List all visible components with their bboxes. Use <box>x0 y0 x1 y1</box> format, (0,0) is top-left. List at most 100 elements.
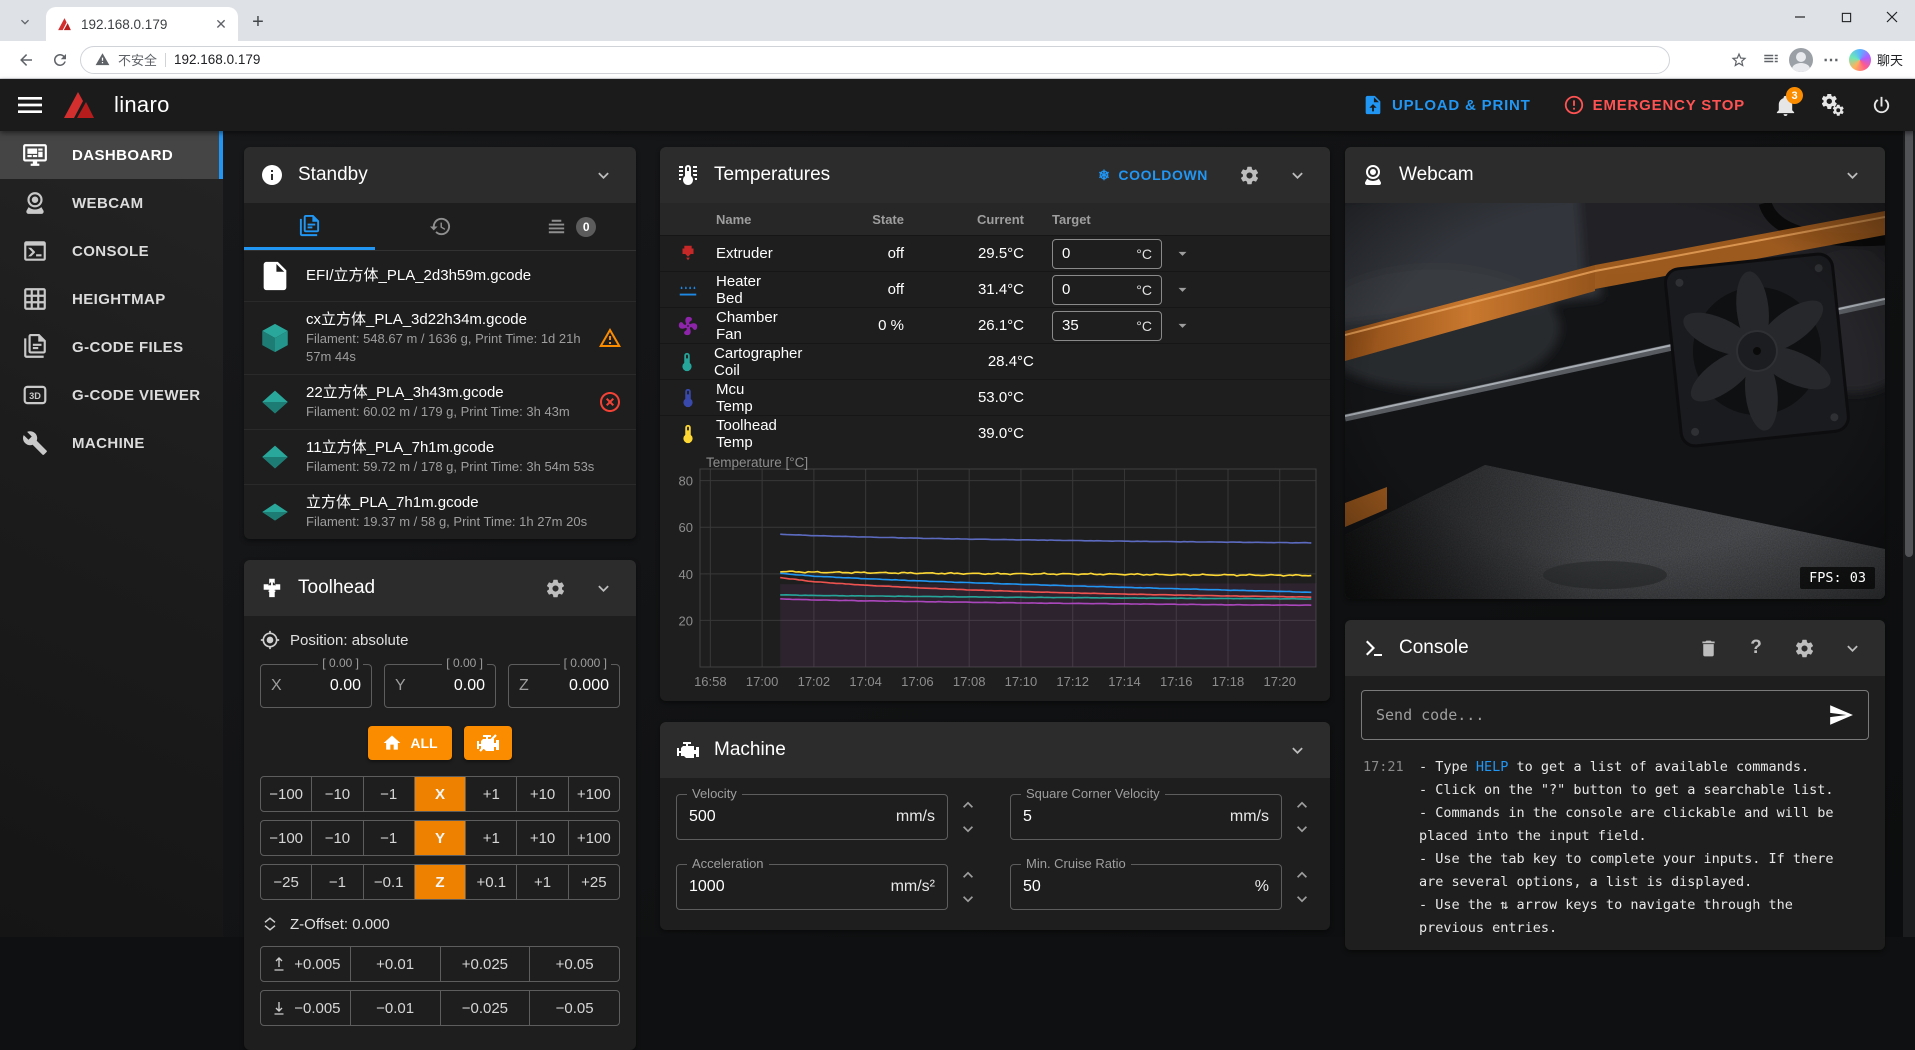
window-close-button[interactable] <box>1869 0 1915 34</box>
sidebar-item-gcode-viewer[interactable]: 3D G-CODE VIEWER <box>0 371 223 419</box>
collapse-chevron-icon[interactable] <box>1280 733 1314 767</box>
target-temp-input[interactable] <box>1062 281 1108 298</box>
spinner-down-icon[interactable] <box>1290 819 1314 839</box>
gcode-file-row[interactable]: 立方体_PLA_7h1m.gcode Filament: 19.37 m / 5… <box>244 485 636 539</box>
z-offset-up-button[interactable]: +0.025 <box>440 947 530 981</box>
tab-gcode-files[interactable] <box>244 203 375 250</box>
jog-button[interactable]: −1 <box>363 821 414 855</box>
browser-tab[interactable]: 192.168.0.179 ✕ <box>46 7 238 41</box>
sidebar-item-dashboard[interactable]: DASHBOARD <box>0 131 223 179</box>
copilot-icon[interactable] <box>1849 49 1871 71</box>
tab-search-button[interactable] <box>8 8 42 36</box>
z-offset-down-button[interactable]: −0.01 <box>350 991 440 1025</box>
emergency-stop-button[interactable]: EMERGENCY STOP <box>1551 86 1757 124</box>
console-input[interactable] <box>1376 706 1818 724</box>
collapse-chevron-icon[interactable] <box>1835 158 1869 192</box>
sidebar-item-heightmap[interactable]: HEIGHTMAP <box>0 275 223 323</box>
settings-gears-icon[interactable] <box>1813 85 1853 125</box>
send-icon[interactable] <box>1828 702 1854 728</box>
gear-icon[interactable] <box>1232 158 1266 192</box>
jog-button[interactable]: −10 <box>311 777 362 811</box>
url-bar[interactable]: 不安全 192.168.0.179 <box>80 46 1670 74</box>
spinner-up-icon[interactable] <box>956 795 980 815</box>
spinner-up-icon[interactable] <box>1290 865 1314 885</box>
jog-button[interactable]: +10 <box>516 777 567 811</box>
upload-print-button[interactable]: UPLOAD & PRINT <box>1350 86 1543 124</box>
jog-button[interactable]: +1 <box>465 821 516 855</box>
collapse-chevron-icon[interactable] <box>586 158 620 192</box>
jog-button[interactable]: +100 <box>568 821 619 855</box>
jog-button[interactable]: +100 <box>568 777 619 811</box>
cooldown-button[interactable]: ❄ COOLDOWN <box>1088 161 1218 190</box>
gcode-file-row[interactable]: cx立方体_PLA_3d22h34m.gcode Filament: 548.6… <box>244 302 636 375</box>
new-tab-button[interactable]: + <box>244 8 272 36</box>
spinner-up-icon[interactable] <box>956 865 980 885</box>
tab-job-queue[interactable]: 0 <box>505 203 636 250</box>
z-offset-down-button[interactable]: −0.05 <box>529 991 619 1025</box>
spinner-down-icon[interactable] <box>956 889 980 909</box>
jog-button[interactable]: +25 <box>568 865 619 899</box>
target-temp-field[interactable]: °C <box>1052 239 1162 269</box>
z-offset-up-button[interactable]: +0.05 <box>529 947 619 981</box>
gear-icon[interactable] <box>538 571 572 605</box>
target-temp-input[interactable] <box>1062 245 1108 262</box>
refresh-icon[interactable] <box>46 46 74 74</box>
z-offset-down-button[interactable]: −0.025 <box>440 991 530 1025</box>
collapse-chevron-icon[interactable] <box>1835 631 1869 665</box>
z-offset-down-button[interactable]: −0.005 <box>261 991 350 1025</box>
scrollbar-thumb[interactable] <box>1905 85 1913 557</box>
z-offset-up-button[interactable]: +0.005 <box>261 947 350 981</box>
square-corner-velocity-input[interactable]: Square Corner Velocity 5 mm/s <box>1010 794 1282 840</box>
min-cruise-ratio-input[interactable]: Min. Cruise Ratio 50 % <box>1010 864 1282 910</box>
browser-menu-icon[interactable]: ⋯ <box>1817 46 1845 74</box>
gcode-file-row[interactable]: 11立方体_PLA_7h1m.gcode Filament: 59.72 m /… <box>244 430 636 485</box>
sidebar-item-machine[interactable]: MACHINE <box>0 419 223 467</box>
target-dropdown-caret[interactable] <box>1162 280 1202 299</box>
sidebar-item-webcam[interactable]: WEBCAM <box>0 179 223 227</box>
spinner-down-icon[interactable] <box>956 819 980 839</box>
target-dropdown-caret[interactable] <box>1162 244 1202 263</box>
jog-button[interactable]: −25 <box>261 865 311 899</box>
target-temp-field[interactable]: °C <box>1052 311 1162 341</box>
power-icon[interactable] <box>1861 85 1901 125</box>
notifications-bell-icon[interactable]: 3 <box>1765 85 1805 125</box>
chat-label[interactable]: 聊天 <box>1877 50 1903 69</box>
jog-button[interactable]: −1 <box>363 777 414 811</box>
target-dropdown-caret[interactable] <box>1162 316 1202 335</box>
page-scrollbar[interactable] <box>1903 79 1915 937</box>
collapse-chevron-icon[interactable] <box>586 571 620 605</box>
jog-button[interactable]: −100 <box>261 821 311 855</box>
gcode-file-row[interactable]: EFI/立方体_PLA_2d3h59m.gcode <box>244 251 636 302</box>
home-all-button[interactable]: ALL <box>368 726 451 760</box>
trash-icon[interactable] <box>1691 631 1725 665</box>
help-command-link[interactable]: HELP <box>1476 759 1509 775</box>
console-input-field[interactable] <box>1361 690 1869 740</box>
jog-button[interactable]: +10 <box>516 821 567 855</box>
jog-button[interactable]: +1 <box>465 777 516 811</box>
target-temp-input[interactable] <box>1062 317 1108 334</box>
axis-x-field[interactable]: X 0.00 [ 0.00 ] <box>260 664 372 708</box>
acceleration-input[interactable]: Acceleration 1000 mm/s² <box>676 864 948 910</box>
target-temp-field[interactable]: °C <box>1052 275 1162 305</box>
menu-hamburger-icon[interactable] <box>14 89 46 121</box>
velocity-input[interactable]: Velocity 500 mm/s <box>676 794 948 840</box>
jog-button[interactable]: −1 <box>311 865 362 899</box>
gear-icon[interactable] <box>1787 631 1821 665</box>
window-maximize-button[interactable] <box>1823 0 1869 34</box>
tab-close-icon[interactable]: ✕ <box>212 15 230 33</box>
gcode-file-row[interactable]: 22立方体_PLA_3h43m.gcode Filament: 60.02 m … <box>244 375 636 430</box>
help-icon[interactable]: ? <box>1739 631 1773 665</box>
profile-avatar[interactable] <box>1789 48 1813 72</box>
jog-button[interactable]: +0.1 <box>465 865 516 899</box>
axis-y-field[interactable]: Y 0.00 [ 0.00 ] <box>384 664 496 708</box>
jog-button[interactable]: −0.1 <box>363 865 414 899</box>
spinner-up-icon[interactable] <box>1290 795 1314 815</box>
spinner-down-icon[interactable] <box>1290 889 1314 909</box>
mainsail-logo[interactable] <box>60 89 104 121</box>
jog-button[interactable]: +1 <box>516 865 567 899</box>
sidebar-item-console[interactable]: CONSOLE <box>0 227 223 275</box>
collections-icon[interactable] <box>1757 46 1785 74</box>
sidebar-item-gcode-files[interactable]: G-CODE FILES <box>0 323 223 371</box>
window-minimize-button[interactable] <box>1777 0 1823 34</box>
jog-button[interactable]: −100 <box>261 777 311 811</box>
